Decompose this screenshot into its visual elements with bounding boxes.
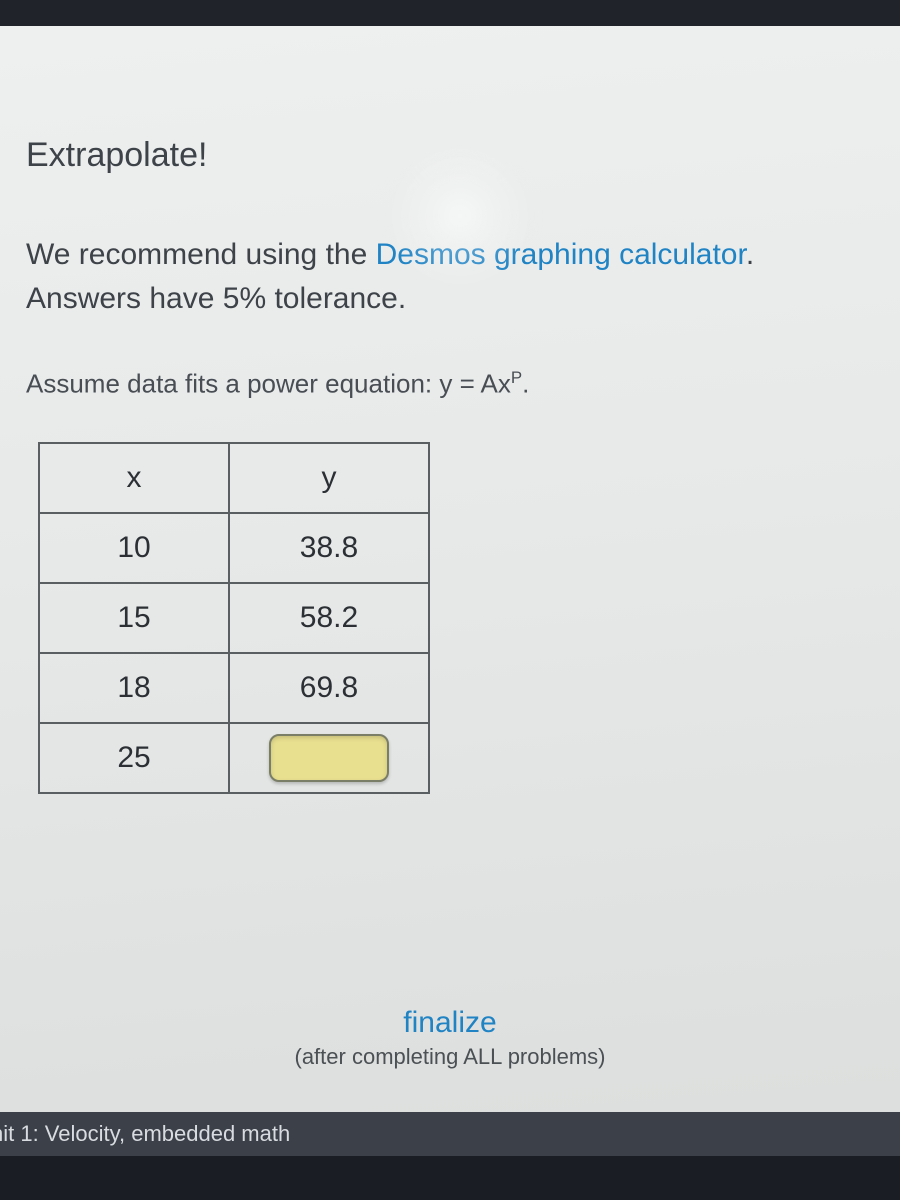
problem-page: Extrapolate! We recommend using the Desm…: [0, 26, 900, 1156]
recommendation-text: We recommend using the Desmos graphing c…: [26, 233, 874, 320]
assume-suffix: .: [522, 369, 529, 399]
cell-y: 69.8: [229, 653, 429, 723]
cell-x: 10: [39, 513, 229, 583]
finalize-subtext: (after completing ALL problems): [0, 1044, 900, 1070]
header-y: y: [229, 443, 429, 513]
cell-y: 58.2: [229, 583, 429, 653]
answer-input[interactable]: [269, 734, 389, 782]
finalize-area: finalize (after completing ALL problems): [0, 1006, 900, 1070]
finalize-link[interactable]: finalize: [403, 1006, 496, 1040]
assume-exponent: P: [511, 368, 522, 387]
table-header-row: x y: [39, 443, 429, 513]
table-row: 15 58.2: [39, 583, 429, 653]
table-row: 10 38.8: [39, 513, 429, 583]
cell-y: 38.8: [229, 513, 429, 583]
assume-prefix: Assume data fits a power equation: y = A…: [26, 369, 511, 399]
desmos-link[interactable]: Desmos graphing calculator: [376, 238, 746, 271]
recommend-prefix: We recommend using the: [26, 238, 376, 271]
equation-instruction: Assume data fits a power equation: y = A…: [26, 368, 874, 400]
answer-cell: [229, 723, 429, 793]
data-table: x y 10 38.8 15 58.2 18 69.8 25: [38, 442, 430, 794]
cell-x: 25: [39, 723, 229, 793]
cell-x: 18: [39, 653, 229, 723]
page-title: Extrapolate!: [26, 136, 874, 175]
cell-x: 15: [39, 583, 229, 653]
header-x: x: [39, 443, 229, 513]
footer-bar: Jnit 1: Velocity, embedded math: [0, 1112, 900, 1156]
table-row: 25: [39, 723, 429, 793]
table-row: 18 69.8: [39, 653, 429, 723]
window-top-bar: [0, 0, 900, 26]
footer-text: Jnit 1: Velocity, embedded math: [0, 1121, 290, 1147]
